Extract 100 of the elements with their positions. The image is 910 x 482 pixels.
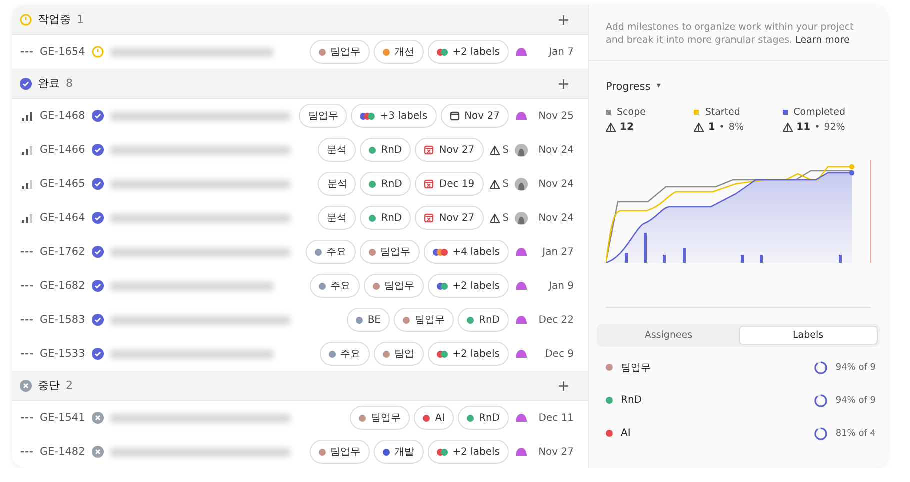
date-chip[interactable]: Nov 27	[440, 104, 509, 128]
group-header[interactable]: 완료 8 +	[12, 69, 588, 99]
issue-row[interactable]: GE-1682 주요 팀업무 +2 labels Jan 9	[12, 269, 588, 303]
label-dots-icon	[360, 112, 376, 120]
learn-more-link[interactable]: Learn more	[796, 35, 850, 46]
label-chip[interactable]: 팀업무	[299, 104, 348, 128]
issue-date: Dec 22	[538, 314, 574, 326]
completed-point	[849, 170, 855, 176]
label-chip[interactable]: RnD	[360, 138, 412, 162]
estimate: S	[502, 178, 509, 190]
labels-chip[interactable]: +2 labels	[428, 440, 509, 464]
labels-chip[interactable]: +2 labels	[428, 40, 509, 64]
issue-row[interactable]: GE-1468 팀업무 +3 labels Nov 27 Nov 25	[12, 99, 588, 133]
legend-name: Started	[705, 107, 740, 118]
group-name: 완료	[38, 76, 60, 91]
separator-dot: •	[719, 122, 725, 133]
issue-date: Dec 11	[538, 412, 574, 424]
issue-id: GE-1654	[40, 46, 86, 58]
progress-ring	[814, 394, 828, 408]
overdue-calendar-icon	[424, 145, 434, 155]
estimate-icon	[782, 123, 793, 132]
label-chip[interactable]: 주요	[310, 274, 360, 298]
label-chip[interactable]: 팀업무	[310, 40, 370, 64]
label-chip[interactable]: 분석	[318, 206, 356, 230]
label-chip[interactable]: BE	[346, 308, 390, 332]
label-name: AI	[621, 428, 631, 439]
group-header[interactable]: 중단 2 +	[12, 371, 588, 401]
issue-id: GE-1583	[40, 314, 86, 326]
group-name: 작업중	[38, 12, 71, 27]
label-name: 팀업무	[621, 362, 651, 374]
issue-row[interactable]: GE-1465 분석 RnD Dec 19 S Nov 24	[12, 167, 588, 201]
issue-date: Dec 9	[544, 348, 574, 360]
issue-date: Nov 24	[538, 178, 574, 190]
estimate-icon	[490, 214, 500, 222]
progress-ring	[814, 426, 828, 440]
estimate-icon	[606, 123, 616, 132]
tab[interactable]: Assignees	[599, 326, 738, 345]
labels-chip[interactable]: +3 labels	[351, 104, 437, 128]
label-chip[interactable]: 팀업무	[310, 440, 370, 464]
label-chip[interactable]: 주요	[306, 240, 356, 264]
priority-bars-icon[interactable]	[20, 110, 34, 122]
priority-bars-icon[interactable]	[20, 144, 34, 156]
legend-percent: 92%	[824, 122, 846, 133]
issue-row[interactable]: GE-1583 BE 팀업무 RnD Dec 22	[12, 303, 588, 337]
issue-row[interactable]: GE-1464 분석 RnD Nov 27 S Nov 24	[12, 201, 588, 235]
label-dots-icon	[432, 248, 448, 256]
issue-id: GE-1468	[40, 110, 86, 122]
tab[interactable]: Labels	[738, 326, 878, 345]
milestones-hint: Add milestones to organize work within your project and break it into more granular stages. Learn more	[589, 5, 888, 61]
labels-chip[interactable]: +2 labels	[428, 342, 509, 366]
labels-chip[interactable]: +2 labels	[428, 274, 509, 298]
label-chip[interactable]: RnD	[360, 206, 412, 230]
group-count: 8	[66, 77, 73, 90]
label-chip[interactable]: 팀업무	[394, 308, 454, 332]
labels-chip[interactable]: +4 labels	[424, 240, 509, 264]
activity-bar	[663, 255, 666, 263]
issue-date: Nov 24	[538, 144, 574, 156]
activity-bar	[839, 255, 842, 263]
add-button[interactable]: +	[553, 10, 574, 28]
priority-bars-icon[interactable]	[20, 212, 34, 224]
label-chip[interactable]: 개선	[374, 40, 424, 64]
estimate-icon	[490, 180, 500, 188]
label-chip[interactable]: 개발	[374, 440, 424, 464]
label-dots-icon	[436, 448, 448, 456]
issue-date: Jan 27	[541, 246, 574, 258]
issue-id: GE-1533	[40, 348, 86, 360]
add-button[interactable]: +	[553, 74, 574, 92]
label-chip[interactable]: 팀업무	[360, 240, 420, 264]
due-date-chip[interactable]: Nov 27	[415, 138, 484, 162]
label-chip[interactable]: RnD	[360, 172, 412, 196]
activity-bar	[741, 255, 744, 263]
due-date-chip[interactable]: Dec 19	[415, 172, 484, 196]
activity-bar	[644, 233, 647, 263]
priority-bars-icon[interactable]	[20, 178, 34, 190]
label-chip[interactable]: AI	[414, 406, 454, 430]
add-button[interactable]: +	[553, 376, 574, 394]
estimate-icon	[694, 123, 704, 132]
issue-row[interactable]: GE-1466 분석 RnD Nov 27 S Nov 24	[12, 133, 588, 167]
label-chip[interactable]: 팀업	[374, 342, 424, 366]
issue-id: GE-1466	[40, 144, 86, 156]
issue-row[interactable]: GE-1533 주요 팀업 +2 labels Dec 9	[12, 337, 588, 371]
label-chip[interactable]: 팀업무	[350, 406, 410, 430]
issue-id: GE-1465	[40, 178, 86, 190]
progress-dropdown[interactable]: Progress ▾	[606, 81, 661, 93]
label-chip[interactable]: 팀업무	[364, 274, 424, 298]
group-header[interactable]: 작업중 1 +	[12, 5, 588, 35]
due-date-chip[interactable]: Nov 27	[415, 206, 484, 230]
issue-date: Jan 7	[548, 46, 574, 58]
estimate-icon	[490, 146, 500, 154]
label-chip[interactable]: RnD	[458, 308, 509, 332]
issue-row[interactable]: GE-1654 팀업무 개선 +2 labels Jan 7	[12, 35, 588, 69]
issue-row[interactable]: GE-1541 팀업무 AI RnD Dec 11	[12, 401, 588, 435]
issue-row[interactable]: GE-1482 팀업무 개발 +2 labels Nov 27	[12, 435, 588, 468]
label-chip[interactable]: RnD	[458, 406, 509, 430]
estimate: S	[502, 212, 509, 224]
label-chip[interactable]: 분석	[318, 138, 356, 162]
label-chip[interactable]: 분석	[318, 172, 356, 196]
issue-row[interactable]: GE-1762 주요 팀업무 +4 labels Jan 27	[12, 235, 588, 269]
activity-bar	[625, 253, 628, 263]
label-chip[interactable]: 주요	[320, 342, 370, 366]
